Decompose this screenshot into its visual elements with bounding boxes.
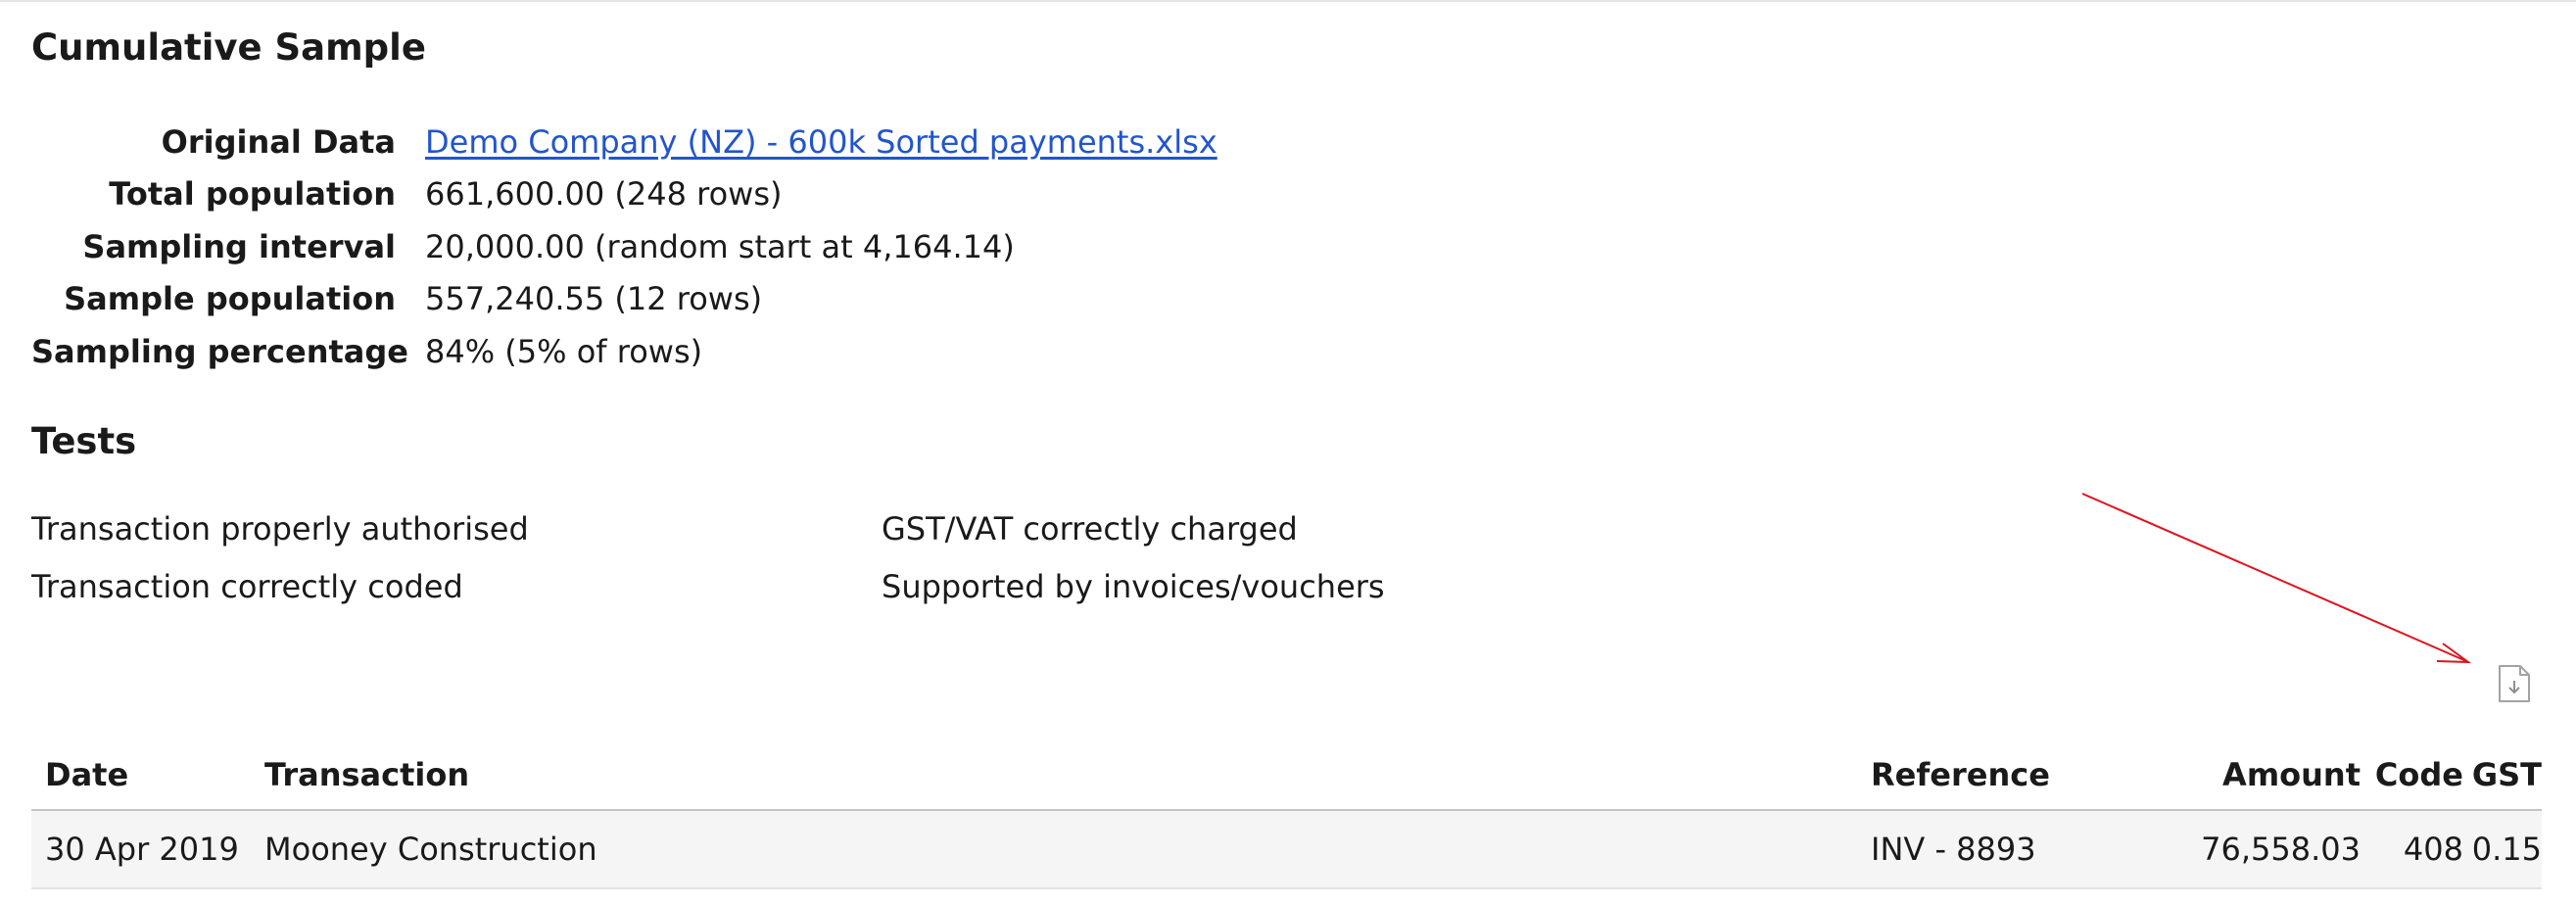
column-header-code[interactable]: Code (2361, 756, 2463, 793)
summary-label: Original Data (161, 122, 396, 161)
cell-code: 408 (2403, 831, 2463, 868)
tests-list: Transaction properly authorised GST/VAT … (31, 500, 1385, 615)
summary-row-sampling-interval: Sampling interval 20,000.00 (random star… (31, 220, 1217, 273)
column-header-date[interactable]: Date (31, 756, 264, 793)
top-divider (0, 0, 2576, 2)
table-row[interactable]: 30 Apr 2019 Mooney Construction INV - 88… (31, 811, 2542, 889)
summary-label: Total population (109, 175, 396, 214)
summary-value: 557,240.55 (12 rows) (425, 280, 763, 318)
summary-row-sample-population: Sample population 557,240.55 (12 rows) (31, 273, 1217, 326)
column-header-amount[interactable]: Amount (2165, 756, 2361, 793)
summary-value: 84% (5% of rows) (425, 332, 703, 370)
cell-reference: INV - 8893 (1871, 831, 2036, 868)
original-data-file-link[interactable]: Demo Company (NZ) - 600k Sorted payments… (425, 123, 1217, 161)
summary-row-original-data: Original Data Demo Company (NZ) - 600k S… (31, 116, 1217, 168)
summary-label: Sample population (64, 280, 396, 318)
column-header-gst[interactable]: GST (2463, 756, 2542, 793)
document-download-icon (2499, 665, 2530, 702)
summary-row-sampling-percentage: Sampling percentage 84% (5% of rows) (31, 325, 1217, 378)
summary-value: 661,600.00 (248 rows) (425, 175, 783, 214)
summary-value: 20,000.00 (random start at 4,164.14) (425, 227, 1015, 265)
test-item: GST/VAT correctly charged (882, 509, 1298, 548)
cell-gst: 0.15 (2471, 831, 2542, 868)
test-item: Transaction correctly coded (31, 567, 463, 605)
test-item: Transaction properly authorised (31, 509, 529, 548)
sample-table: Date Transaction Reference Amount Code G… (31, 740, 2542, 889)
table-header: Date Transaction Reference Amount Code G… (31, 740, 2542, 811)
summary-label: Sampling percentage (31, 332, 408, 370)
download-button[interactable] (2498, 664, 2531, 703)
test-item: Supported by invoices/vouchers (882, 567, 1385, 605)
summary-value: Demo Company (NZ) - 600k Sorted payments… (425, 123, 1217, 161)
cell-amount: 76,558.03 (2201, 831, 2361, 868)
column-header-transaction[interactable]: Transaction (264, 756, 1871, 793)
cumulative-sample-title: Cumulative Sample (31, 26, 426, 69)
column-header-reference[interactable]: Reference (1871, 756, 2165, 793)
tests-title: Tests (31, 420, 137, 462)
summary-label: Sampling interval (82, 227, 396, 265)
sample-summary: Original Data Demo Company (NZ) - 600k S… (31, 116, 1217, 378)
cell-transaction: Mooney Construction (264, 831, 597, 868)
cell-date: 30 Apr 2019 (45, 831, 239, 868)
summary-row-total-population: Total population 661,600.00 (248 rows) (31, 168, 1217, 221)
